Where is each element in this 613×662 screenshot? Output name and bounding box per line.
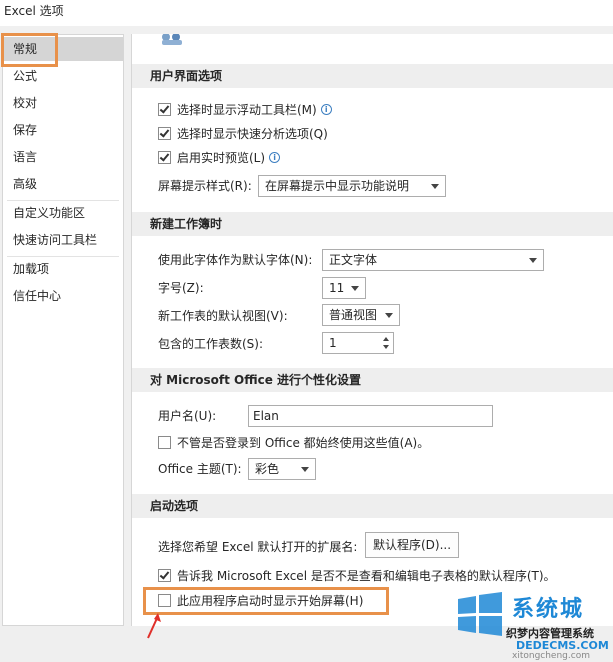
spin-up-icon[interactable] [383, 337, 389, 341]
people-icon [162, 34, 182, 45]
font-size-value: 11 [329, 281, 345, 295]
live-preview-label: 启用实时预览(L) [177, 151, 266, 165]
always-use-label: 不管是否登录到 Office 都始终使用这些值(A)。 [177, 436, 430, 450]
sidebar-item-language[interactable]: 语言 [3, 145, 123, 169]
always-use-option[interactable]: 不管是否登录到 Office 都始终使用这些值(A)。 [158, 434, 429, 452]
quick-analysis-label: 选择时显示快速分析选项(Q) [177, 127, 328, 141]
spin-down-icon[interactable] [383, 345, 389, 349]
quick-analysis-checkbox[interactable] [158, 127, 171, 140]
chevron-down-icon [385, 313, 393, 318]
chevron-down-icon [351, 286, 359, 291]
sidebar-item-advanced[interactable]: 高级 [3, 172, 123, 196]
sidebar-item-add-ins[interactable]: 加载项 [3, 257, 123, 281]
section-new-workbook: 新建工作簿时 [132, 212, 613, 236]
watermark-url: xitongcheng.com [512, 651, 590, 661]
default-font-value: 正文字体 [329, 253, 378, 267]
chevron-down-icon [301, 467, 309, 472]
office-theme-value: 彩色 [255, 462, 280, 476]
default-font-dropdown[interactable]: 正文字体 [322, 249, 544, 271]
default-view-dropdown[interactable]: 普通视图 [322, 304, 400, 326]
always-use-checkbox[interactable] [158, 436, 171, 449]
sidebar-item-trust-center[interactable]: 信任中心 [3, 284, 123, 308]
tell-me-checkbox[interactable] [158, 569, 171, 582]
options-sidebar: 常规 公式 校对 保存 语言 高级 自定义功能区 快速访问工具栏 加载项 信任中… [2, 34, 124, 626]
sheet-count-spinner[interactable]: 1 [322, 332, 394, 354]
mini-toolbar-label: 选择时显示浮动工具栏(M) [177, 103, 317, 117]
extensions-label: 选择您希望 Excel 默认打开的扩展名: [158, 540, 358, 554]
screentip-style-value: 在屏幕提示中显示功能说明 [265, 179, 410, 193]
window-title: Excel 选项 [0, 0, 613, 26]
watermark-brand: 系统城 [512, 597, 585, 622]
screentip-label: 屏幕提示样式(R): [158, 179, 252, 193]
sidebar-item-formulas[interactable]: 公式 [3, 64, 123, 88]
highlight-start-screen [143, 587, 389, 615]
username-input[interactable]: Elan [248, 405, 493, 427]
chevron-down-icon [431, 184, 439, 189]
info-icon: i [320, 104, 332, 115]
options-main-panel: 用户界面选项 选择时显示浮动工具栏(M) i 选择时显示快速分析选项(Q) 启用实… [131, 34, 613, 626]
sidebar-item-customize-ribbon[interactable]: 自定义功能区 [3, 201, 123, 225]
live-preview-option[interactable]: 启用实时预览(L) i [158, 149, 281, 167]
windows-logo-icon [458, 592, 502, 636]
mini-toolbar-checkbox[interactable] [158, 103, 171, 116]
tell-me-label: 告诉我 Microsoft Excel 是否不是查看和编辑电子表格的默认程序(T… [177, 569, 556, 583]
sheet-count-label: 包含的工作表数(S): [158, 337, 264, 351]
chevron-down-icon [529, 258, 537, 263]
username-label: 用户名(U): [158, 409, 217, 423]
live-preview-checkbox[interactable] [158, 151, 171, 164]
screentip-style-dropdown[interactable]: 在屏幕提示中显示功能说明 [258, 175, 446, 197]
sheet-count-value: 1 [329, 336, 337, 350]
default-programs-button[interactable]: 默认程序(D)... [365, 532, 459, 558]
font-size-label: 字号(Z): [158, 281, 204, 295]
section-startup: 启动选项 [132, 494, 613, 518]
default-font-label: 使用此字体作为默认字体(N): [158, 253, 313, 267]
office-theme-dropdown[interactable]: 彩色 [248, 458, 316, 480]
default-view-label: 新工作表的默认视图(V): [158, 309, 288, 323]
section-ui-options: 用户界面选项 [132, 64, 613, 88]
info-icon: i [269, 152, 281, 163]
annotation-arrow-icon [147, 613, 161, 639]
section-personalize: 对 Microsoft Office 进行个性化设置 [132, 368, 613, 392]
highlight-general [1, 33, 58, 67]
tell-me-option[interactable]: 告诉我 Microsoft Excel 是否不是查看和编辑电子表格的默认程序(T… [158, 567, 556, 585]
default-view-value: 普通视图 [329, 308, 378, 322]
sidebar-item-save[interactable]: 保存 [3, 118, 123, 142]
office-theme-label: Office 主题(T): [158, 462, 242, 476]
font-size-dropdown[interactable]: 11 [322, 277, 366, 299]
quick-analysis-option[interactable]: 选择时显示快速分析选项(Q) [158, 125, 328, 143]
sidebar-item-proofing[interactable]: 校对 [3, 91, 123, 115]
mini-toolbar-option[interactable]: 选择时显示浮动工具栏(M) i [158, 101, 332, 119]
sidebar-item-quick-access-toolbar[interactable]: 快速访问工具栏 [3, 228, 123, 252]
watermark: 系统城 织梦内容管理系统 DEDECMS.COM xitongcheng.com [452, 585, 612, 661]
